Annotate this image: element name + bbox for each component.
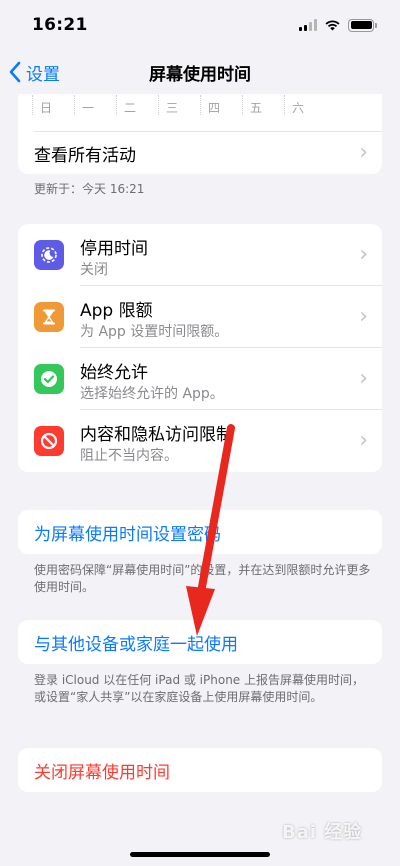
wifi-icon xyxy=(325,20,340,31)
see-all-activity-label: 查看所有活动 xyxy=(34,145,136,166)
chevron-right-icon: › xyxy=(359,304,368,329)
restriction-icon xyxy=(34,426,64,456)
weekday-label: 三 xyxy=(158,94,200,116)
weekday-label: 一 xyxy=(74,94,116,116)
chevron-right-icon: › xyxy=(359,428,368,453)
status-icons xyxy=(299,18,377,32)
navigation-bar: 设置 屏幕使用时间 xyxy=(0,50,400,94)
checkmark-seal-icon xyxy=(34,364,64,394)
always-allowed-title: 始终允许 xyxy=(80,363,148,383)
weekday-label: 四 xyxy=(200,94,242,116)
back-button[interactable]: 设置 xyxy=(8,50,60,94)
cellular-signal-icon xyxy=(299,19,317,31)
status-time: 16:21 xyxy=(32,15,88,35)
downtime-subtitle: 关闭 xyxy=(80,262,108,278)
set-passcode-button[interactable]: 为屏幕使用时间设置密码 xyxy=(34,510,221,554)
downtime-row[interactable]: 停用时间 关闭 › xyxy=(18,224,382,286)
watermark-logo: Bai 经验 xyxy=(282,822,363,843)
updated-timestamp: 更新于：今天 16:21 xyxy=(34,182,145,196)
turn-off-screen-time-button[interactable]: 关闭屏幕使用时间 xyxy=(34,748,170,792)
activity-card: 查看所有活动 › xyxy=(18,120,382,174)
downtime-icon xyxy=(34,240,64,270)
content-privacy-row[interactable]: 内容和隐私访问限制 阻止不当内容。 › xyxy=(18,410,382,472)
share-footnote: 登录 iCloud 以在任何 iPad 或 iPhone 上报告屏幕使用时间，或… xyxy=(34,673,365,704)
passcode-card[interactable]: 为屏幕使用时间设置密码 xyxy=(18,510,382,554)
app-limits-title: App 限额 xyxy=(80,301,153,321)
passcode-footnote: 使用密码保障“屏幕使用时间”的设置，并在达到限额时允许更多使用时间。 xyxy=(34,563,371,594)
back-label: 设置 xyxy=(26,64,60,85)
downtime-title: 停用时间 xyxy=(80,239,148,259)
weekday-label: 六 xyxy=(284,94,326,116)
always-allowed-subtitle: 选择始终允许的 App。 xyxy=(80,386,224,402)
chevron-left-icon xyxy=(9,61,21,83)
weekday-label: 二 xyxy=(116,94,158,116)
battery-icon xyxy=(348,18,377,32)
usage-chart-weekday-strip: 日 一 二 三 四 五 六 xyxy=(18,94,382,120)
status-bar: 16:21 xyxy=(0,0,400,50)
share-card[interactable]: 与其他设备或家庭一起使用 xyxy=(18,620,382,664)
app-limits-row[interactable]: App 限额 为 App 设置时间限额。 › xyxy=(18,286,382,348)
page-title: 屏幕使用时间 xyxy=(149,64,251,85)
chevron-right-icon: › xyxy=(359,242,368,267)
see-all-activity-row[interactable]: 查看所有活动 › xyxy=(18,132,382,174)
hourglass-icon xyxy=(34,302,64,332)
weekday-label: 五 xyxy=(242,94,284,116)
turn-off-card[interactable]: 关闭屏幕使用时间 xyxy=(18,748,382,792)
weekday-label: 日 xyxy=(32,94,74,116)
app-limits-subtitle: 为 App 设置时间限额。 xyxy=(80,324,229,340)
share-across-devices-button[interactable]: 与其他设备或家庭一起使用 xyxy=(34,620,238,664)
chevron-right-icon: › xyxy=(359,366,368,391)
always-allowed-row[interactable]: 始终允许 选择始终允许的 App。 › xyxy=(18,348,382,410)
content-privacy-title: 内容和隐私访问限制 xyxy=(80,425,233,445)
content-privacy-subtitle: 阻止不当内容。 xyxy=(80,448,178,464)
home-indicator xyxy=(130,852,270,857)
chevron-right-icon: › xyxy=(359,140,368,165)
feature-list-card: 停用时间 关闭 › App 限额 为 App 设置时间限额。 › 始终允许 选择… xyxy=(18,224,382,472)
